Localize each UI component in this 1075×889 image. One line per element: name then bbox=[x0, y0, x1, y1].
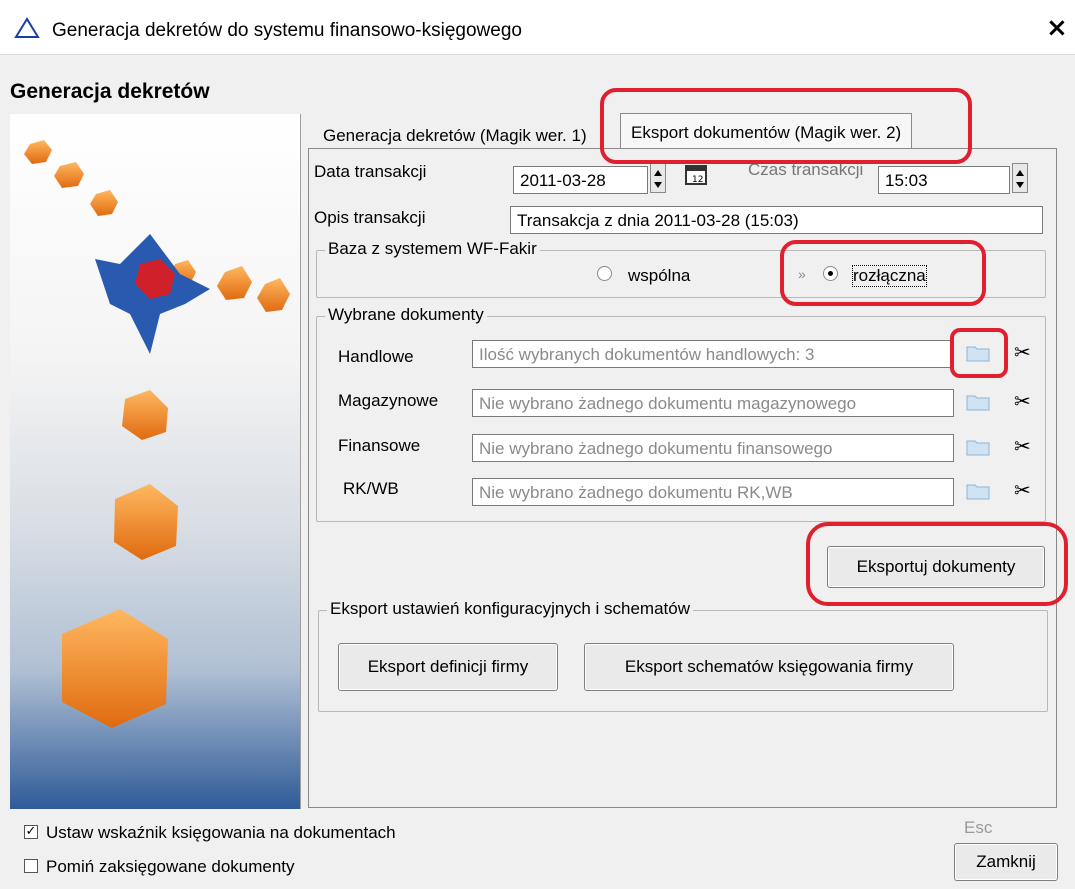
scissors-icon[interactable]: ✂ bbox=[1014, 340, 1031, 364]
doc-value-finansowe[interactable]: Nie wybrano żadnego dokumentu finansoweg… bbox=[472, 434, 954, 462]
folder-icon[interactable] bbox=[966, 438, 990, 456]
database-group-title: Baza z systemem WF-Fakir bbox=[325, 239, 540, 259]
time-input[interactable]: 15:03 bbox=[878, 166, 1010, 194]
export-company-definition-button[interactable]: Eksport definicji firmy bbox=[338, 643, 558, 691]
close-window-button[interactable]: × bbox=[1046, 15, 1068, 41]
posting-marker-checkbox[interactable]: ✓ bbox=[24, 825, 38, 839]
doc-value-rkwb[interactable]: Nie wybrano żadnego dokumentu RK,WB bbox=[472, 478, 954, 506]
scissors-icon[interactable]: ✂ bbox=[1014, 389, 1031, 413]
scissors-icon[interactable]: ✂ bbox=[1014, 478, 1031, 502]
documents-group-title: Wybrane dokumenty bbox=[325, 305, 487, 325]
description-label: Opis transakcji bbox=[314, 208, 426, 227]
highlight-separate-db bbox=[780, 240, 986, 306]
doc-label-magazynowe: Magazynowe bbox=[338, 391, 439, 410]
esc-hint: Esc bbox=[964, 818, 993, 837]
config-export-group-title: Eksport ustawień konfiguracyjnych i sche… bbox=[327, 599, 693, 619]
skip-posted-checkbox[interactable] bbox=[24, 859, 38, 873]
window-titlebar: Generacja dekretów do systemu finansowo-… bbox=[0, 0, 1075, 55]
date-input[interactable]: 2011-03-28 bbox=[513, 166, 648, 194]
warning-triangle-icon bbox=[14, 17, 40, 38]
radio-shared-db-label[interactable]: wspólna bbox=[628, 266, 690, 286]
posting-marker-label[interactable]: Ustaw wskaźnik księgowania na dokumentac… bbox=[46, 823, 396, 843]
time-spinner[interactable] bbox=[1012, 163, 1028, 193]
page-title: Generacja dekretów bbox=[10, 80, 210, 103]
scissors-icon[interactable]: ✂ bbox=[1014, 434, 1031, 458]
export-accounting-schemes-button[interactable]: Eksport schematów księgowania firmy bbox=[584, 643, 954, 691]
decorative-banner bbox=[10, 114, 300, 809]
date-spinner[interactable] bbox=[650, 163, 666, 193]
doc-label-finansowe: Finansowe bbox=[338, 436, 421, 455]
folder-icon[interactable] bbox=[966, 482, 990, 500]
doc-label-handlowe: Handlowe bbox=[338, 347, 414, 366]
window-title: Generacja dekretów do systemu finansowo-… bbox=[52, 20, 522, 41]
highlight-export-tab bbox=[600, 88, 972, 164]
doc-label-rkwb: RK/WB bbox=[343, 479, 399, 498]
doc-value-handlowe[interactable]: Ilość wybranych dokumentów handlowych: 3 bbox=[472, 340, 954, 368]
highlight-folder-handlowe bbox=[950, 328, 1008, 378]
hexagon-illustration bbox=[24, 140, 290, 728]
folder-icon[interactable] bbox=[966, 393, 990, 411]
date-label: Data transakcji bbox=[314, 162, 427, 181]
skip-posted-label[interactable]: Pomiń zaksięgowane dokumenty bbox=[46, 857, 295, 877]
close-button[interactable]: Zamknij bbox=[954, 843, 1058, 881]
highlight-export-button bbox=[806, 522, 1068, 606]
radio-shared-db[interactable] bbox=[597, 266, 612, 281]
doc-value-magazynowe[interactable]: Nie wybrano żadnego dokumentu magazynowe… bbox=[472, 389, 954, 417]
svg-text:12: 12 bbox=[692, 175, 703, 185]
description-input[interactable]: Transakcja z dnia 2011-03-28 (15:03) bbox=[510, 206, 1043, 234]
calendar-icon[interactable]: 12 bbox=[684, 162, 710, 188]
